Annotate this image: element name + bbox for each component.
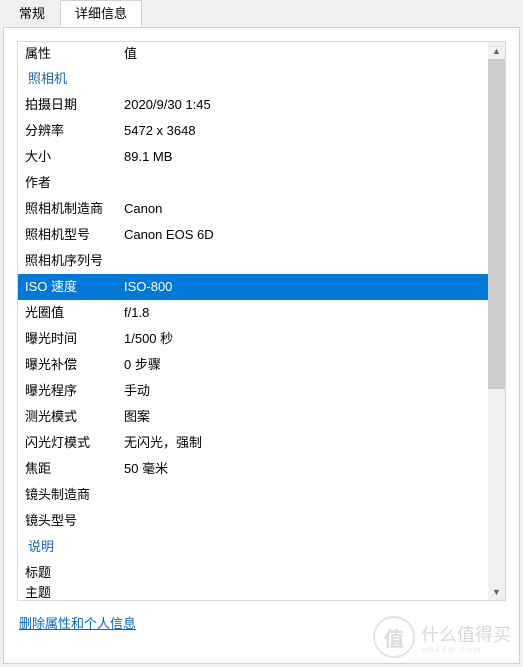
label: 照相机序列号 [18, 248, 124, 274]
table-header: 属性 值 [18, 42, 488, 66]
header-property[interactable]: 属性 [18, 42, 124, 66]
scrollbar[interactable]: ▲ ▼ [488, 42, 505, 600]
value: 2020/9/30 1:45 [124, 92, 488, 118]
row-camera-model[interactable]: 照相机型号 Canon EOS 6D [18, 222, 488, 248]
value [124, 508, 488, 534]
scroll-down-button[interactable]: ▼ [488, 583, 505, 600]
row-fstop[interactable]: 光圈值 f/1.8 [18, 300, 488, 326]
label: 作者 [18, 170, 124, 196]
value: 5472 x 3648 [124, 118, 488, 144]
value: 0 步骤 [124, 352, 488, 378]
row-exp-bias[interactable]: 曝光补偿 0 步骤 [18, 352, 488, 378]
watermark-text-block: 什么值得买 smzdm.com [421, 621, 511, 654]
table-body: 属性 值 照相机 拍摄日期 2020/9/30 1:45 分辨率 5472 x … [18, 42, 488, 600]
row-author[interactable]: 作者 [18, 170, 488, 196]
row-lens-maker[interactable]: 镜头制造商 [18, 482, 488, 508]
label: 照相机型号 [18, 222, 124, 248]
watermark-sub: smzdm.com [421, 645, 511, 654]
label: 光圈值 [18, 300, 124, 326]
value: Canon [124, 196, 488, 222]
label: 大小 [18, 144, 124, 170]
row-lens-model[interactable]: 镜头型号 [18, 508, 488, 534]
label: 主题 [18, 586, 124, 600]
row-flash[interactable]: 闪光灯模式 无闪光，强制 [18, 430, 488, 456]
value: 1/500 秒 [124, 326, 488, 352]
label: 曝光时间 [18, 326, 124, 352]
value: 手动 [124, 378, 488, 404]
row-subject[interactable]: 主题 [18, 586, 488, 600]
row-dimensions[interactable]: 分辨率 5472 x 3648 [18, 118, 488, 144]
row-size[interactable]: 大小 89.1 MB [18, 144, 488, 170]
value [124, 560, 488, 586]
scroll-up-button[interactable]: ▲ [488, 42, 505, 59]
row-date-taken[interactable]: 拍摄日期 2020/9/30 1:45 [18, 92, 488, 118]
value [124, 248, 488, 274]
value: 无闪光，强制 [124, 430, 488, 456]
watermark: 值 什么值得买 smzdm.com [373, 616, 511, 658]
scroll-thumb[interactable] [488, 59, 505, 389]
section-camera: 照相机 [18, 66, 488, 92]
label: 曝光补偿 [18, 352, 124, 378]
watermark-icon: 值 [373, 616, 415, 658]
row-exposure[interactable]: 曝光时间 1/500 秒 [18, 326, 488, 352]
label: 拍摄日期 [18, 92, 124, 118]
label: 镜头制造商 [18, 482, 124, 508]
label: 标题 [18, 560, 124, 586]
value: f/1.8 [124, 300, 488, 326]
label: 分辨率 [18, 118, 124, 144]
row-exp-program[interactable]: 曝光程序 手动 [18, 378, 488, 404]
value: Canon EOS 6D [124, 222, 488, 248]
value [124, 170, 488, 196]
label: 照相机制造商 [18, 196, 124, 222]
section-description: 说明 [18, 534, 488, 560]
value: 50 毫米 [124, 456, 488, 482]
label: 测光模式 [18, 404, 124, 430]
label: 曝光程序 [18, 378, 124, 404]
row-focal[interactable]: 焦距 50 毫米 [18, 456, 488, 482]
tab-details[interactable]: 详细信息 [60, 0, 142, 27]
row-title[interactable]: 标题 [18, 560, 488, 586]
row-camera-serial[interactable]: 照相机序列号 [18, 248, 488, 274]
details-panel: 属性 值 照相机 拍摄日期 2020/9/30 1:45 分辨率 5472 x … [3, 27, 520, 664]
header-value[interactable]: 值 [124, 42, 488, 66]
label: 镜头型号 [18, 508, 124, 534]
tab-general[interactable]: 常规 [4, 0, 60, 27]
properties-table: 属性 值 照相机 拍摄日期 2020/9/30 1:45 分辨率 5472 x … [18, 42, 505, 600]
label: ISO 速度 [18, 274, 124, 300]
value [124, 482, 488, 508]
watermark-text: 什么值得买 [421, 621, 511, 647]
label: 闪光灯模式 [18, 430, 124, 456]
value: 图案 [124, 404, 488, 430]
value: ISO-800 [124, 274, 488, 300]
remove-properties-link[interactable]: 删除属性和个人信息 [19, 613, 136, 632]
row-metering[interactable]: 测光模式 图案 [18, 404, 488, 430]
row-camera-maker[interactable]: 照相机制造商 Canon [18, 196, 488, 222]
value: 89.1 MB [124, 144, 488, 170]
row-iso[interactable]: ISO 速度 ISO-800 [18, 274, 488, 300]
properties-frame: 属性 值 照相机 拍摄日期 2020/9/30 1:45 分辨率 5472 x … [17, 41, 506, 601]
label: 焦距 [18, 456, 124, 482]
tab-strip: 常规 详细信息 [0, 0, 523, 28]
